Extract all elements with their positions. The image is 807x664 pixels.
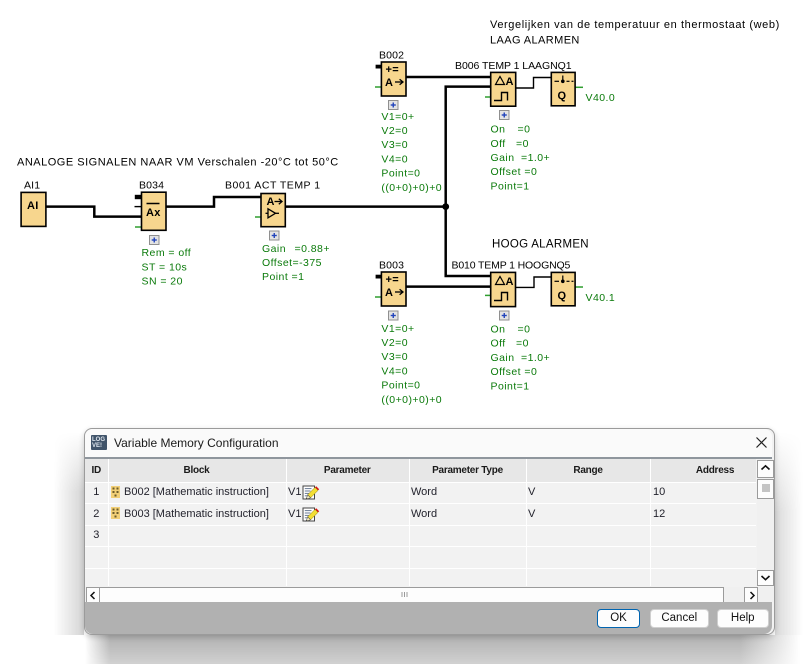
svg-text:On: On <box>491 124 506 136</box>
svg-text:V40.1: V40.1 <box>586 292 616 304</box>
svg-text:AI1: AI1 <box>24 180 40 192</box>
svg-text:+=: += <box>386 64 399 76</box>
svg-text:Q: Q <box>558 290 567 302</box>
svg-text:B034: B034 <box>139 180 164 192</box>
svg-text:ST = 10s: ST = 10s <box>142 262 188 274</box>
svg-text:V2=0: V2=0 <box>381 337 408 349</box>
svg-text:=0.88+: =0.88+ <box>295 243 330 255</box>
svg-text:B002: B002 <box>379 50 404 62</box>
svg-text:A: A <box>385 287 393 299</box>
svg-text:A: A <box>267 196 275 208</box>
svg-text:Vergelijken van de temperatuur: Vergelijken van de temperatuur en thermo… <box>490 19 780 31</box>
svg-text:Point=0: Point=0 <box>381 168 420 180</box>
svg-text:V3=0: V3=0 <box>381 139 408 151</box>
svg-text:B010 TEMP 1 HOOGNQ5: B010 TEMP 1 HOOGNQ5 <box>452 260 571 272</box>
svg-text:B001 ACT TEMP 1: B001 ACT TEMP 1 <box>225 180 321 192</box>
svg-text:A: A <box>385 77 393 89</box>
svg-text:LAAG ALARMEN: LAAG ALARMEN <box>490 35 580 47</box>
svg-text:Offset =0: Offset =0 <box>491 366 538 378</box>
svg-text:ANALOGE SIGNALEN NAAR VM Versc: ANALOGE SIGNALEN NAAR VM Verschalen -20°… <box>17 157 339 169</box>
svg-text:A: A <box>506 76 514 88</box>
svg-text:Gain: Gain <box>262 243 286 255</box>
svg-text:Q: Q <box>558 90 567 102</box>
svg-text:A: A <box>506 276 514 288</box>
svg-text:V1=0+: V1=0+ <box>381 323 414 335</box>
svg-text:On: On <box>491 324 506 336</box>
svg-text:Off: Off <box>491 338 506 350</box>
svg-text:Point=1: Point=1 <box>491 180 530 192</box>
svg-text:Gain: Gain <box>491 152 515 164</box>
svg-text:=1.0+: =1.0+ <box>521 352 550 364</box>
svg-text:Point=0: Point=0 <box>381 380 420 392</box>
svg-text:Offset =0: Offset =0 <box>491 166 538 178</box>
svg-text:AI: AI <box>27 200 39 212</box>
svg-text:Ax: Ax <box>146 207 161 219</box>
svg-text:Offset=-375: Offset=-375 <box>262 257 322 269</box>
svg-text:Gain: Gain <box>491 352 515 364</box>
svg-text:HOOG ALARMEN: HOOG ALARMEN <box>492 239 589 251</box>
svg-text:=0: =0 <box>518 124 531 136</box>
svg-text:=0: =0 <box>518 324 531 336</box>
svg-text:SN = 20: SN = 20 <box>142 276 183 288</box>
svg-text:Off: Off <box>491 138 506 150</box>
svg-text:=1.0+: =1.0+ <box>521 152 550 164</box>
svg-text:Rem = off: Rem = off <box>142 247 192 259</box>
svg-text:=0: =0 <box>516 338 529 350</box>
svg-text:B006 TEMP 1 LAAGNQ1: B006 TEMP 1 LAAGNQ1 <box>455 60 572 72</box>
svg-text:V4=0: V4=0 <box>381 365 408 377</box>
svg-text:((0+0)+0)+0: ((0+0)+0)+0 <box>381 182 442 194</box>
svg-text:V4=0: V4=0 <box>381 153 408 165</box>
svg-text:V3=0: V3=0 <box>381 351 408 363</box>
svg-text:V2=0: V2=0 <box>381 125 408 137</box>
svg-text:Point =1: Point =1 <box>262 271 304 283</box>
svg-text:V1=0+: V1=0+ <box>381 111 414 123</box>
svg-text:=0: =0 <box>516 138 529 150</box>
svg-text:+=: += <box>386 274 399 286</box>
svg-text:V40.0: V40.0 <box>586 92 616 104</box>
svg-text:Point=1: Point=1 <box>491 380 530 392</box>
svg-text:B003: B003 <box>379 260 404 272</box>
svg-text:((0+0)+0)+0: ((0+0)+0)+0 <box>381 394 442 406</box>
